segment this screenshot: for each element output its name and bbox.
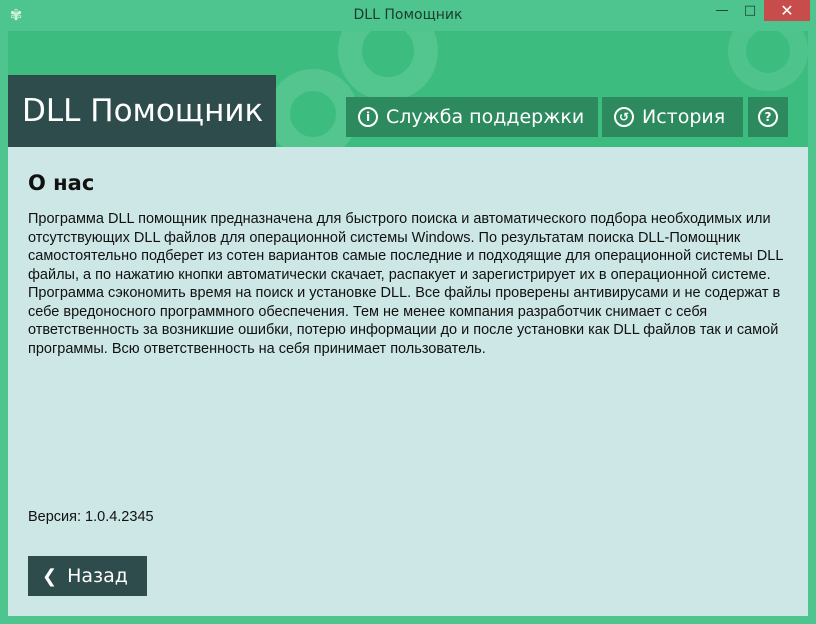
maximize-button[interactable]: □ bbox=[736, 0, 764, 21]
close-button[interactable]: ✕ bbox=[764, 0, 810, 21]
brand-title: DLL Помощник bbox=[8, 75, 276, 147]
gear-decoration-icon bbox=[268, 69, 358, 147]
gear-decoration-icon bbox=[338, 31, 438, 101]
question-circle-icon: ? bbox=[758, 107, 778, 127]
version-label: Версия: bbox=[28, 509, 82, 525]
about-panel: О нас Программа DLL помощник предназначе… bbox=[8, 147, 808, 616]
version-info: Версия: 1.0.4.2345 bbox=[28, 509, 154, 525]
history-icon: ↺ bbox=[614, 107, 634, 127]
page-title: О нас bbox=[28, 171, 95, 195]
support-label: Служба поддержки bbox=[386, 106, 585, 128]
about-description: Программа DLL помощник предназначена для… bbox=[28, 211, 783, 357]
back-label: Назад bbox=[67, 565, 128, 587]
minimize-button[interactable]: — bbox=[708, 0, 736, 21]
back-button[interactable]: ❮ Назад bbox=[28, 556, 147, 596]
gear-decoration-icon bbox=[728, 31, 808, 91]
help-button[interactable]: ? bbox=[748, 97, 788, 137]
title-bar[interactable]: ✾ DLL Помощник — □ ✕ bbox=[0, 0, 816, 31]
history-button[interactable]: ↺ История bbox=[602, 97, 743, 137]
chevron-left-icon: ❮ bbox=[42, 566, 58, 587]
app-window: ✾ DLL Помощник — □ ✕ DLL Помощник i Служ… bbox=[0, 0, 816, 624]
history-label: История bbox=[642, 106, 726, 128]
version-value: 1.0.4.2345 bbox=[85, 509, 154, 525]
window-title: DLL Помощник bbox=[353, 7, 463, 23]
support-button[interactable]: i Служба поддержки bbox=[346, 97, 598, 137]
info-circle-icon: i bbox=[358, 107, 378, 127]
